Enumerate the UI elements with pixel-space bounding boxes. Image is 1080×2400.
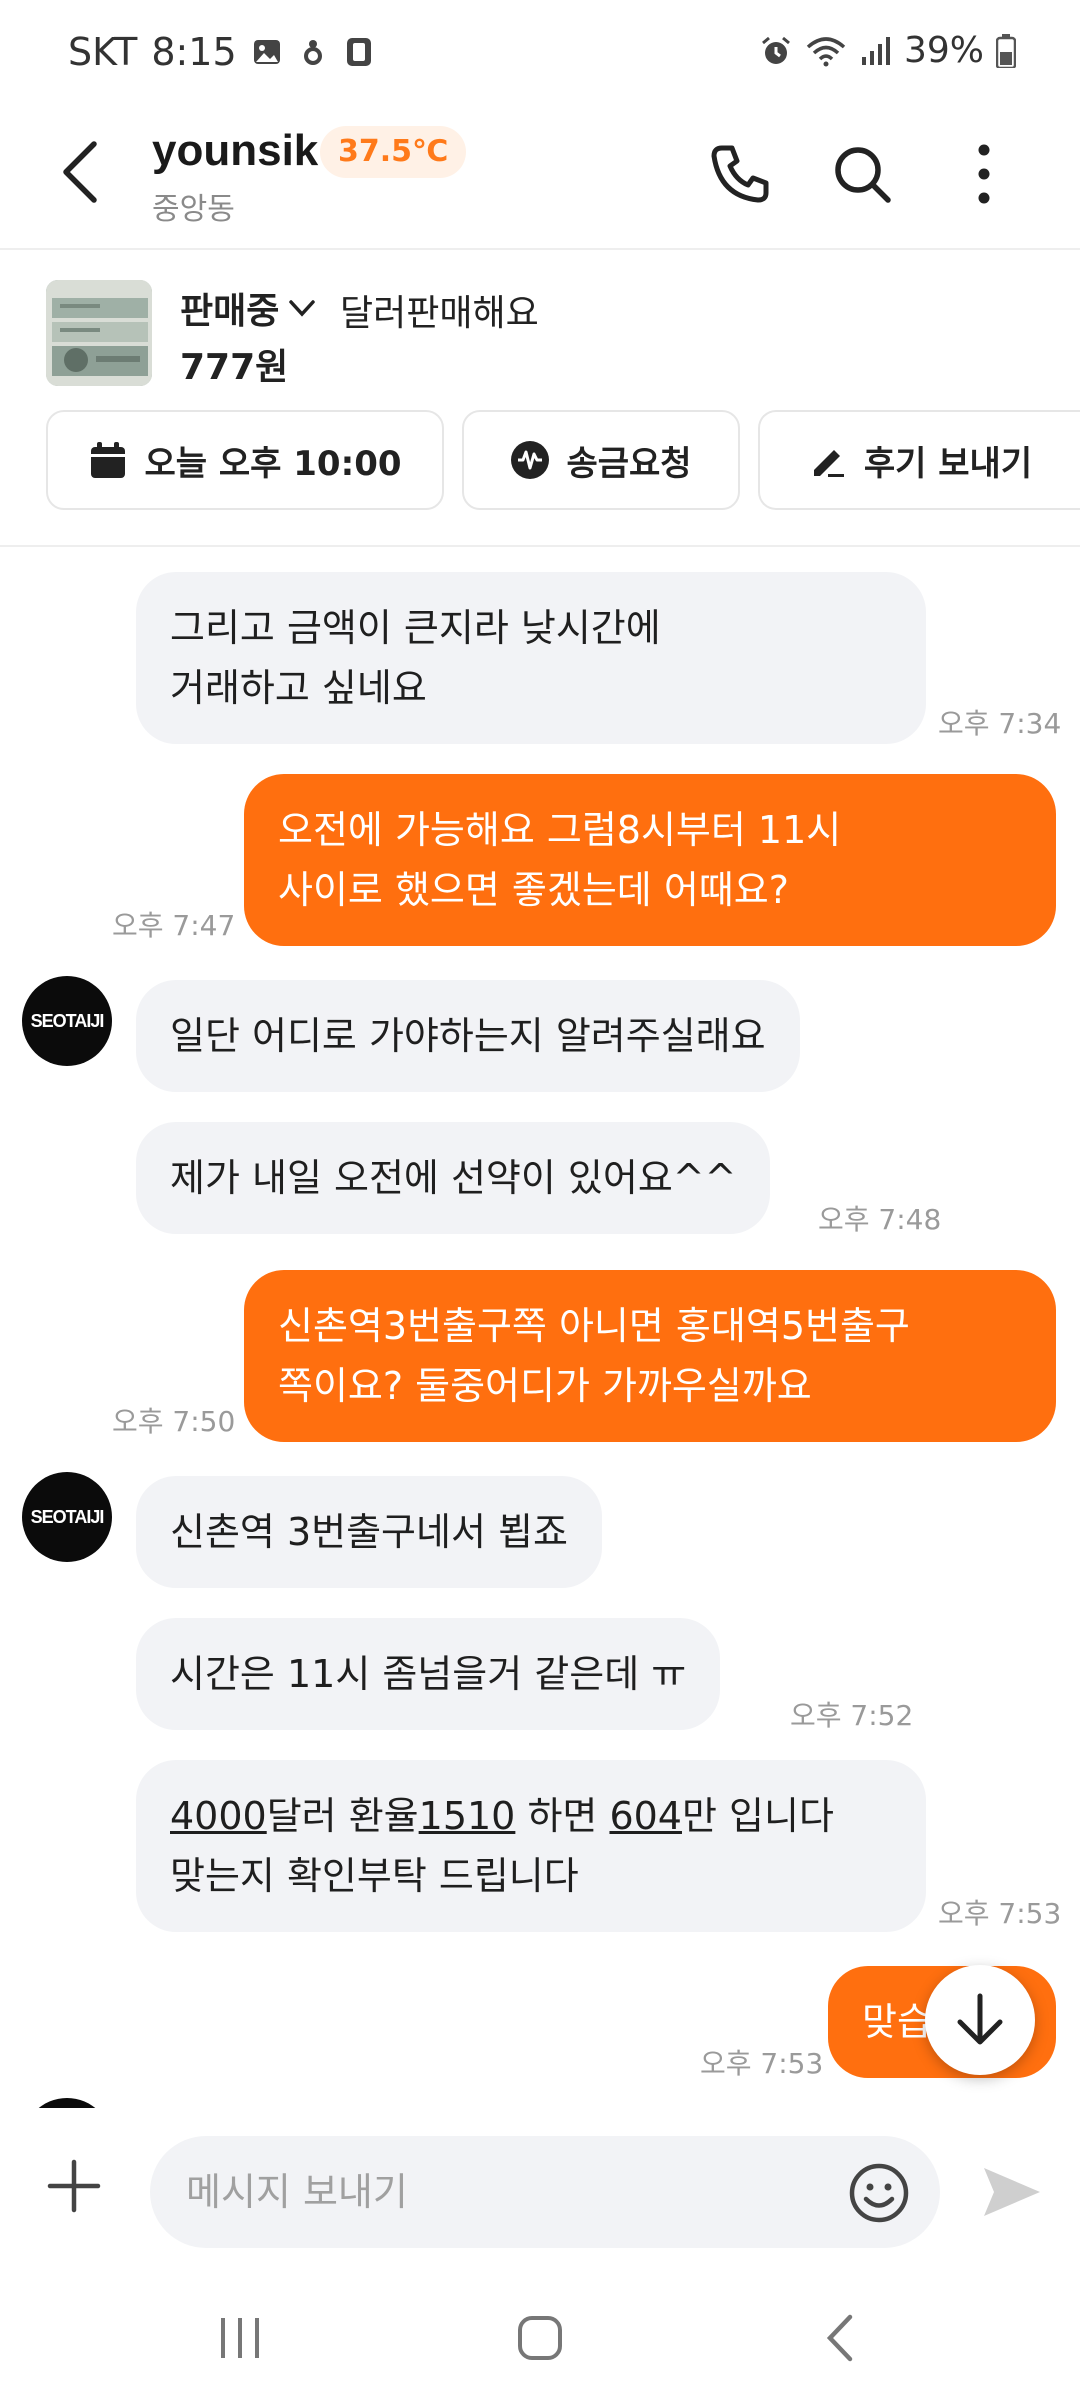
review-label: 후기 보내기 bbox=[863, 443, 1033, 484]
home-icon bbox=[518, 2316, 562, 2360]
header-divider bbox=[0, 545, 1080, 547]
user-name[interactable]: younsik bbox=[152, 126, 318, 176]
back-button[interactable] bbox=[52, 136, 112, 208]
search-button[interactable] bbox=[822, 134, 902, 214]
phone-status-icon bbox=[346, 38, 371, 66]
avatar[interactable]: SEOTAIJI bbox=[22, 976, 112, 1066]
message-line: 그리고 금액이 큰지라 낮시간에 bbox=[170, 606, 661, 650]
avatar-label: SEOTAIJI bbox=[30, 1506, 105, 1527]
chevron-left-icon bbox=[826, 2314, 853, 2362]
gallery-icon bbox=[253, 40, 280, 64]
message-bubble-outgoing[interactable]: 신촌역3번출구쪽 아니면 홍대역5번출구 쪽이요? 둘중어디가 가까우실까요 bbox=[244, 1270, 1056, 1442]
wifi-icon bbox=[806, 36, 846, 66]
message-line: 사이로 했으면 좋겠는데 어때요? bbox=[278, 868, 789, 912]
message-time: 오후 7:53 bbox=[938, 1897, 1062, 1930]
product-price: 777원 bbox=[180, 347, 289, 388]
chat-header: younsik 37.5℃ 중앙동 bbox=[0, 100, 1080, 250]
battery-level: 39% bbox=[903, 30, 984, 71]
message-bubble-incoming[interactable]: 시간은 11시 좀넘을거 같은데 ㅠ bbox=[136, 1618, 721, 1730]
sale-status-label: 판매중 bbox=[180, 291, 280, 332]
chat-thread[interactable]: 그리고 금액이 큰지라 낮시간에 거래하고 싶네요 오후 7:34 오전에 가능… bbox=[0, 548, 1080, 2108]
battery-icon bbox=[996, 33, 1016, 68]
product-thumbnail[interactable] bbox=[46, 280, 152, 386]
message-time: 오후 7:53 bbox=[700, 2047, 824, 2080]
message-input-bar bbox=[0, 2108, 1080, 2258]
message-line: 신촌역3번출구쪽 아니면 홍대역5번출구 bbox=[278, 1304, 910, 1348]
message-line: 거래하고 싶네요 bbox=[170, 666, 427, 710]
recent-apps-button[interactable] bbox=[210, 2308, 270, 2368]
home-button[interactable] bbox=[510, 2308, 570, 2368]
message-text: 제가 내일 오전에 선약이 있어요^^ bbox=[170, 1156, 737, 1200]
message-text: 달러 환율 bbox=[266, 1794, 419, 1838]
signal-icon bbox=[861, 36, 890, 65]
search-icon bbox=[835, 147, 891, 203]
message-text: 신촌역 3번출구네서 뵙죠 bbox=[170, 1510, 568, 1554]
avatar[interactable]: SEOTAIJI bbox=[22, 1472, 112, 1562]
scroll-to-bottom-button[interactable] bbox=[925, 1965, 1035, 2075]
chevron-down-icon bbox=[289, 300, 316, 317]
detected-number-link[interactable]: 1510 bbox=[419, 1794, 516, 1838]
message-bubble-incoming[interactable]: 4000달러 환율1510 하면 604만 입니다 맞는지 확인부탁 드립니다 bbox=[136, 1760, 926, 1932]
message-text: 하면 bbox=[515, 1794, 610, 1838]
clock: 8:15 bbox=[151, 30, 237, 74]
product-bar[interactable]: 판매중 달러판매해요 777원 bbox=[0, 252, 1080, 402]
remit-label: 송금요청 bbox=[566, 443, 692, 484]
message-bubble-incoming[interactable]: 일단 어디로 가야하는지 알려주실래요 bbox=[136, 980, 800, 1092]
status-left: SKT 8:15 bbox=[68, 30, 375, 74]
alarm-icon bbox=[762, 36, 790, 64]
status-bar: SKT 8:15 39% bbox=[0, 0, 1080, 100]
message-time: 오후 7:52 bbox=[790, 1699, 914, 1732]
message-text: 일단 어디로 가야하는지 알려주실래요 bbox=[170, 1014, 766, 1058]
message-input[interactable] bbox=[186, 2136, 826, 2248]
status-right: 39% bbox=[760, 30, 1016, 71]
pencil-icon bbox=[813, 450, 844, 477]
message-time: 오후 7:34 bbox=[938, 707, 1062, 740]
message-field[interactable] bbox=[150, 2136, 940, 2248]
message-time: 오후 7:47 bbox=[112, 909, 236, 942]
message-bubble-incoming[interactable]: 신촌역 3번출구네서 뵙죠 bbox=[136, 1476, 602, 1588]
message-time: 오후 7:50 bbox=[112, 1405, 236, 1438]
avatar-label: SEOTAIJI bbox=[30, 1010, 105, 1031]
review-chip[interactable]: 후기 보내기 bbox=[758, 410, 1080, 510]
thread-icon bbox=[303, 40, 322, 65]
schedule-label: 오늘 오후 10:00 bbox=[144, 443, 402, 484]
message-text: 시간은 11시 좀넘을거 같은데 ㅠ bbox=[170, 1652, 687, 1696]
smiley-icon[interactable] bbox=[848, 2162, 910, 2224]
send-icon[interactable] bbox=[980, 2164, 1044, 2220]
recent-apps-icon bbox=[221, 2318, 259, 2358]
system-back-button[interactable] bbox=[810, 2308, 870, 2368]
calendar-icon bbox=[91, 442, 126, 478]
sale-status-dropdown[interactable]: 판매중 bbox=[180, 282, 317, 334]
won-pay-icon bbox=[511, 441, 550, 479]
detected-number-link[interactable]: 4000 bbox=[170, 1794, 267, 1838]
message-line: 맞는지 확인부탁 드립니다 bbox=[170, 1854, 579, 1898]
message-bubble-incoming[interactable]: 그리고 금액이 큰지라 낮시간에 거래하고 싶네요 bbox=[136, 572, 926, 744]
manner-temp-badge[interactable]: 37.5℃ bbox=[320, 126, 467, 178]
message-bubble-incoming[interactable]: 제가 내일 오전에 선약이 있어요^^ bbox=[136, 1122, 771, 1234]
message-text: 만 입니다 bbox=[681, 1794, 834, 1838]
message-bubble-outgoing[interactable]: 오전에 가능해요 그럼8시부터 11시 사이로 했으면 좋겠는데 어때요? bbox=[244, 774, 1056, 946]
carrier-label: SKT bbox=[68, 30, 138, 74]
message-line: 4000달러 환율1510 하면 604만 입니다 bbox=[170, 1786, 892, 1846]
system-nav-bar bbox=[0, 2270, 1080, 2400]
plus-icon[interactable] bbox=[44, 2156, 104, 2216]
remit-request-chip[interactable]: 송금요청 bbox=[462, 410, 740, 510]
more-vertical-icon bbox=[978, 144, 990, 204]
arrow-down-icon bbox=[957, 1993, 1003, 2045]
detected-number-link[interactable]: 604 bbox=[609, 1794, 682, 1838]
phone-icon bbox=[711, 145, 769, 203]
user-location: 중앙동 bbox=[152, 192, 235, 227]
call-button[interactable] bbox=[700, 134, 780, 214]
schedule-chip[interactable]: 오늘 오후 10:00 bbox=[46, 410, 444, 510]
action-chips: 오늘 오후 10:00 송금요청 후기 보내기 bbox=[0, 410, 1080, 514]
product-title: 달러판매해요 bbox=[340, 293, 539, 334]
avatar bbox=[22, 2098, 112, 2108]
dollar-bills-image bbox=[46, 280, 152, 386]
message-line: 쪽이요? 둘중어디가 가까우실까요 bbox=[278, 1364, 812, 1408]
more-button[interactable] bbox=[944, 134, 1024, 214]
message-line: 오전에 가능해요 그럼8시부터 11시 bbox=[278, 808, 842, 852]
message-time: 오후 7:48 bbox=[818, 1203, 942, 1236]
